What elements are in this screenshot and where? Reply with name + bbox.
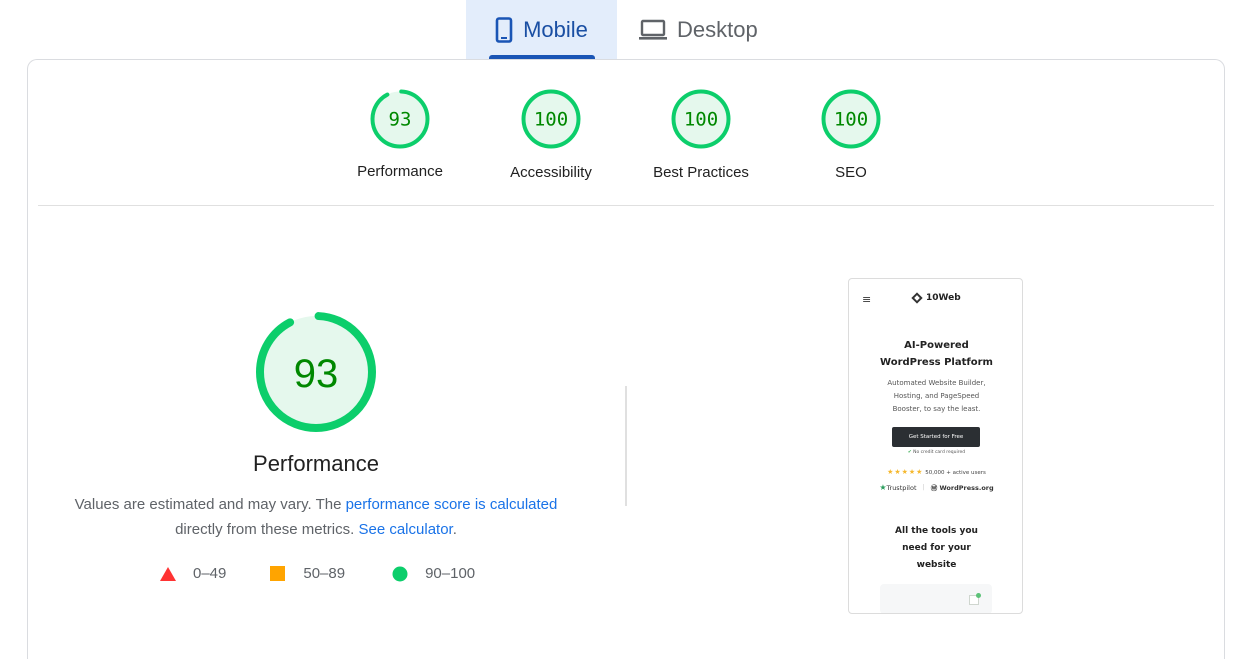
legend-range: 0–49 <box>193 565 227 582</box>
preview-section-heading: All the tools you need for your website <box>895 526 978 570</box>
preview-no-credit-card: ✔ No credit card required <box>907 450 966 455</box>
main-gauge-ring: 93 <box>256 312 376 432</box>
preview-rating: ★★★★★ 50,000 + active users <box>887 468 986 476</box>
laptop-icon <box>639 19 667 41</box>
feature-icon <box>969 593 981 605</box>
score-description: Values are estimated and may vary. The p… <box>60 492 572 542</box>
check-icon: ✔ <box>907 450 912 455</box>
preview-feature-card <box>880 584 992 613</box>
gauge-score: 100 <box>534 109 568 131</box>
gauge-score: 100 <box>684 109 718 131</box>
gauge-score: 93 <box>389 109 412 131</box>
gauge-ring: 93 <box>370 89 430 149</box>
gauge-ring: 100 <box>671 89 731 149</box>
tab-mobile-label: Mobile <box>523 16 588 42</box>
preview-headline: AI-Powered WordPress Platform <box>880 340 993 368</box>
tab-mobile[interactable]: Mobile <box>466 0 617 59</box>
gauge-performance[interactable]: 93 Performance <box>325 88 475 180</box>
see-calculator-link[interactable]: See calculator <box>358 521 452 538</box>
triangle-icon <box>160 566 176 581</box>
legend-average: 50–89 <box>270 565 346 582</box>
legend-range: 90–100 <box>425 565 476 582</box>
logo-text: 10Web <box>926 293 961 303</box>
gauge-label: Best Practices <box>653 164 749 181</box>
main-performance-gauge: 93 <box>176 310 456 434</box>
desc-text: Values are estimated and may vary. The <box>74 496 346 513</box>
circle-icon <box>392 566 408 582</box>
section-divider <box>38 205 1214 206</box>
square-icon <box>270 565 286 582</box>
gauge-label: Accessibility <box>510 164 592 181</box>
gauge-best-practices[interactable]: 100 Best Practices <box>626 88 776 181</box>
preview-subtitle: Automated Website Builder, Hosting, and P… <box>887 379 986 413</box>
tab-desktop[interactable]: Desktop <box>617 0 780 59</box>
tab-desktop-label: Desktop <box>677 16 758 42</box>
main-gauge-title: Performance <box>253 451 379 476</box>
smartphone-icon <box>495 16 513 43</box>
page-screenshot-preview[interactable]: ≡ 10Web AI-Powered WordPress Platform Aut… <box>848 278 1023 614</box>
score-calculated-link[interactable]: performance score is calculated <box>346 496 558 513</box>
gauge-accessibility[interactable]: 100 Accessibility <box>476 88 626 181</box>
legend-fail: 0–49 <box>160 565 226 582</box>
wordpress-icon: Ⓦ <box>930 484 938 492</box>
trustpilot-star-icon: ★ <box>879 482 887 492</box>
vertical-divider <box>625 386 627 506</box>
score-legend: 0–49 50–89 90–100 <box>160 565 521 582</box>
stars-icon: ★★★★★ <box>887 468 924 476</box>
preview-brands: ★Trustpilot | Ⓦ WordPress.org <box>879 482 994 493</box>
legend-pass: 90–100 <box>392 565 475 582</box>
logo-diamond-icon <box>911 292 923 304</box>
gauge-seo[interactable]: 100 SEO <box>776 88 926 181</box>
gauge-label: SEO <box>835 164 867 181</box>
hamburger-menu-icon: ≡ <box>862 293 872 306</box>
preview-cta-button: Get Started for Free <box>892 427 980 447</box>
gauge-ring: 100 <box>521 89 581 149</box>
site-logo: 10Web <box>911 292 961 304</box>
desc-text-2: directly from these metrics. <box>175 521 359 538</box>
desc-period: . <box>452 521 457 538</box>
gauge-ring: 100 <box>821 89 881 149</box>
gauge-score: 100 <box>834 109 868 131</box>
gauge-label: Performance <box>357 163 443 180</box>
main-gauge-score: 93 <box>294 352 339 396</box>
device-tabs: Mobile Desktop <box>466 0 780 59</box>
legend-range: 50–89 <box>303 565 346 582</box>
